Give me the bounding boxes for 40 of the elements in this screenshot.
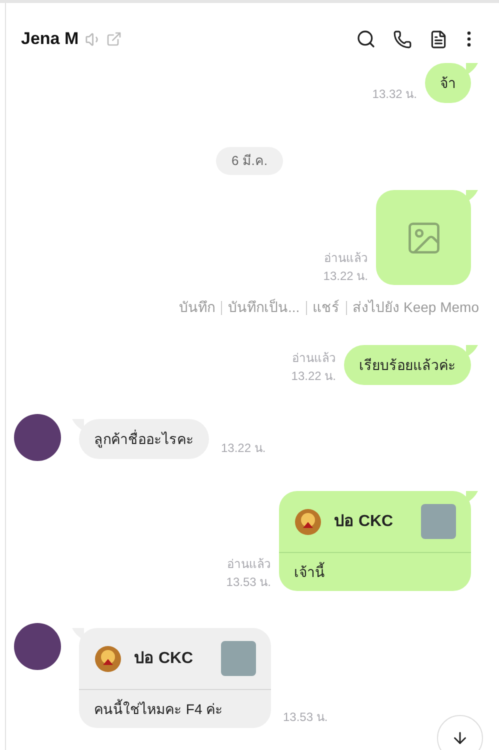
message-time: 13.53 น. <box>283 709 328 726</box>
message-text: คนนี้ใช่ไหมคะ F4 ค่ะ <box>94 698 224 718</box>
contact-name: ปอ CKC <box>134 648 194 668</box>
phone-icon[interactable] <box>393 30 412 48</box>
bubble-tail-icon <box>466 491 478 503</box>
message-time: 13.22 น. <box>221 440 266 457</box>
message-text: เจ้านี้ <box>294 562 325 582</box>
action-link[interactable]: บันทึกเป็น... <box>228 297 300 318</box>
message-time: 13.22 น. <box>291 368 336 385</box>
avatar <box>14 414 61 461</box>
contact-card[interactable]: ปอ CKC คนนี้ใช่ไหมคะ F4 ค่ะ <box>79 628 271 728</box>
bubble-tail-icon <box>466 190 478 202</box>
read-receipt: อ่านแล้ว <box>324 250 368 267</box>
message-time: 13.53 น. <box>226 574 271 591</box>
read-receipt: อ่านแล้ว <box>227 556 271 573</box>
message-bubble: ลูกค้าชื่ออะไรคะ <box>79 419 209 459</box>
photo-placeholder <box>221 641 256 676</box>
notes-icon[interactable] <box>429 30 448 48</box>
arrow-down-icon <box>451 729 469 747</box>
contact-card[interactable]: ปอ CKC เจ้านี้ <box>279 491 471 591</box>
emblem-icon <box>294 508 322 536</box>
action-link[interactable]: ส่งไปยัง Keep Memo <box>352 297 479 318</box>
message-bubble: จ้า <box>425 63 471 103</box>
bubble-tail-icon <box>466 63 478 75</box>
search-icon[interactable] <box>356 29 376 49</box>
image-bubble[interactable] <box>376 190 471 285</box>
message-bubble: เรียบร้อยแล้วค่ะ <box>344 345 471 385</box>
scroll-down-button[interactable] <box>437 715 483 750</box>
message-time: 13.22 น. <box>323 268 368 285</box>
action-link[interactable]: บันทึก <box>178 297 215 318</box>
avatar <box>14 623 61 670</box>
contact-name: ปอ CKC <box>334 512 394 532</box>
photo-placeholder <box>421 504 456 539</box>
bubble-tail-icon <box>466 345 478 357</box>
message-time: 13.32 น. <box>372 86 417 103</box>
date-chip: 6 มี.ค. <box>216 147 283 175</box>
action-link[interactable]: แชร์ <box>312 297 340 318</box>
emblem-icon <box>94 644 122 672</box>
read-receipt: อ่านแล้ว <box>292 350 336 367</box>
chat-title: Jena M <box>21 28 79 50</box>
